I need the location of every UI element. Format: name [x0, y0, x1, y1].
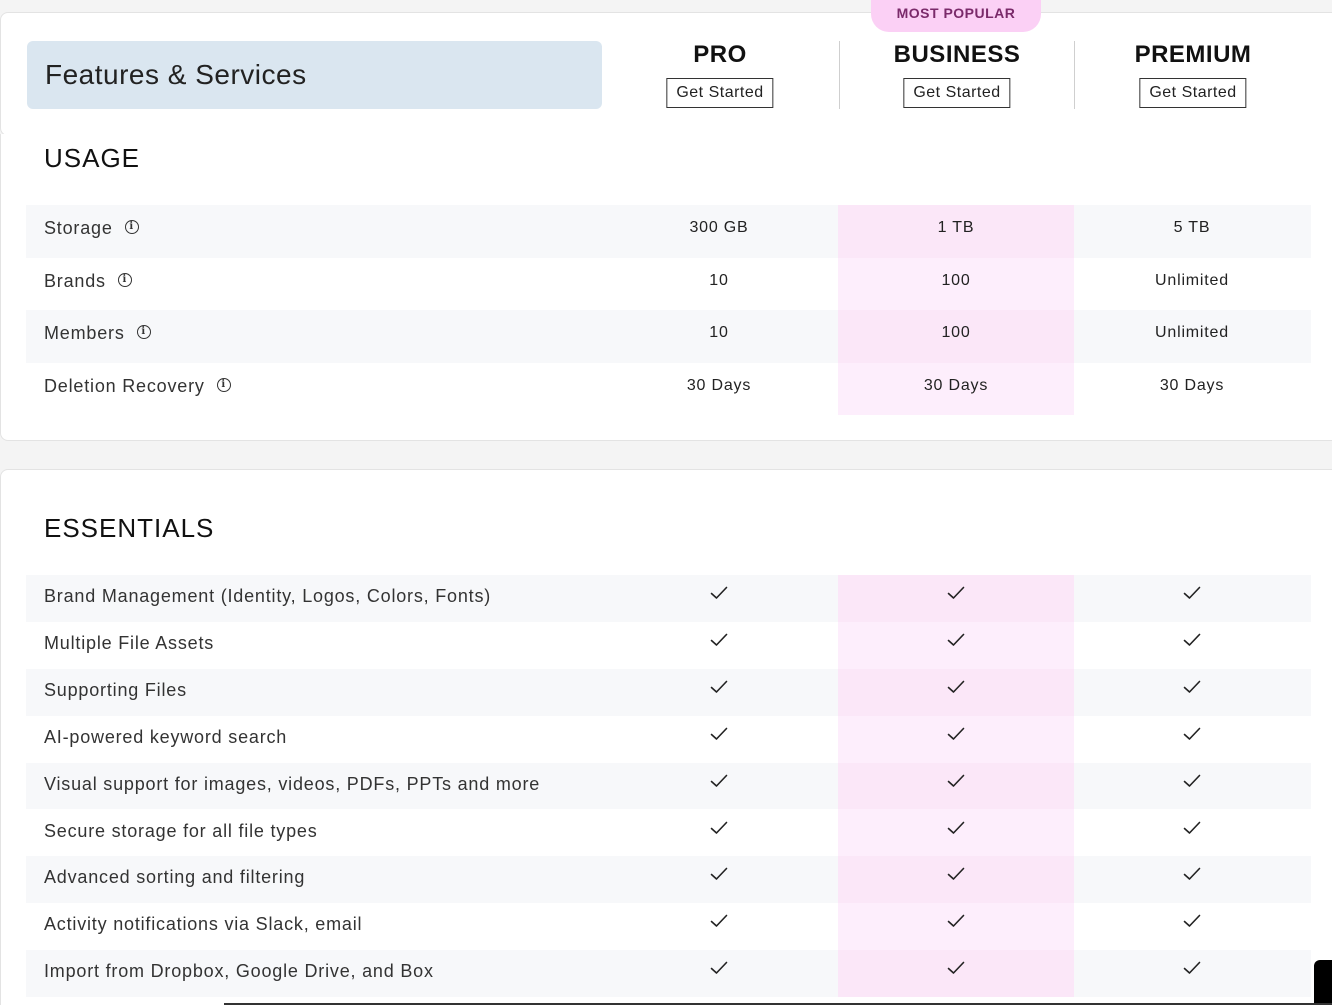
usage-value-pro: 10 [709, 271, 729, 289]
usage-value-pro: 30 Days [686, 376, 752, 394]
check-icon [1074, 867, 1310, 886]
check-icon [838, 586, 1074, 605]
check-icon [1074, 727, 1310, 746]
get-started-pro-button[interactable]: Get Started [666, 78, 774, 108]
check-icon [1074, 633, 1310, 652]
check-icon [601, 727, 837, 746]
plan-premium: PREMIUM Get Started [1075, 13, 1311, 137]
check-icon [601, 633, 837, 652]
essentials-row-label: Supporting Files [44, 679, 187, 700]
check-icon [838, 821, 1074, 840]
usage-section-title: USAGE [44, 143, 141, 173]
usage-value-business: 1 TB [937, 219, 975, 236]
check-icon [601, 680, 837, 699]
usage-value-business: 100 [941, 324, 971, 341]
check-icon [1074, 914, 1310, 933]
check-icon [1074, 821, 1310, 840]
check-icon [838, 633, 1074, 652]
plan-header: Features & Services PRO Get Started BUSI… [0, 12, 1332, 136]
usage-value-premium: Unlimited [1155, 324, 1229, 341]
info-icon[interactable]: i [124, 220, 139, 235]
scroll-widget[interactable] [1314, 960, 1332, 1005]
check-icon [838, 867, 1074, 886]
usage-row-label: Brands i [44, 271, 132, 292]
check-icon [1074, 774, 1310, 793]
plan-name-business: BUSINESS [893, 41, 1021, 68]
info-icon[interactable]: i [136, 325, 151, 340]
plan-name-premium: PREMIUM [1134, 41, 1252, 68]
usage-label-text: Members [44, 323, 125, 343]
plan-name-pro: PRO [693, 41, 747, 68]
info-icon[interactable]: i [216, 377, 231, 392]
check-icon [838, 727, 1074, 746]
check-icon [838, 680, 1074, 699]
usage-value-premium: 5 TB [1173, 219, 1211, 236]
check-icon [838, 961, 1074, 980]
check-icon [1074, 586, 1310, 605]
usage-row-label: Storage i [44, 218, 139, 239]
usage-label-text: Deletion Recovery [44, 375, 205, 396]
essentials-row-label: Brand Management (Identity, Logos, Color… [44, 586, 492, 606]
pricing-comparison-page: Features & Services PRO Get Started BUSI… [0, 0, 1332, 1005]
check-icon [601, 821, 837, 840]
most-popular-badge: MOST POPULAR [871, 0, 1041, 32]
essentials-row-label: Multiple File Assets [44, 632, 215, 653]
usage-row-label: Deletion Recovery i [44, 376, 231, 397]
essentials-section-title: ESSENTIALS [44, 513, 215, 543]
features-title: Features & Services [45, 59, 307, 90]
usage-value-premium: Unlimited [1155, 271, 1229, 289]
usage-value-premium: 30 Days [1159, 376, 1225, 394]
essentials-row-label: Activity notifications via Slack, email [44, 914, 363, 935]
essentials-row-label: Visual support for images, videos, PDFs,… [44, 773, 541, 794]
essentials-row-label: Secure storage for all file types [44, 820, 318, 841]
plan-pro: PRO Get Started [602, 13, 838, 137]
check-icon [838, 914, 1074, 933]
info-icon[interactable]: i [117, 272, 132, 287]
usage-value-pro: 300 GB [689, 219, 749, 236]
usage-value-business: 100 [941, 271, 971, 289]
check-icon [1074, 961, 1310, 980]
check-icon [601, 586, 837, 605]
check-icon [601, 867, 837, 886]
features-services-box: Features & Services [27, 41, 602, 109]
usage-value-pro: 10 [709, 324, 729, 341]
check-icon [601, 914, 837, 933]
usage-label-text: Brands [44, 270, 106, 291]
check-icon [601, 961, 837, 980]
essentials-row-label: Import from Dropbox, Google Drive, and B… [44, 961, 434, 982]
get-started-business-button[interactable]: Get Started [903, 78, 1011, 108]
check-icon [838, 774, 1074, 793]
usage-row-label: Members i [44, 323, 151, 344]
get-started-premium-button[interactable]: Get Started [1139, 78, 1247, 108]
essentials-row-label: Advanced sorting and filtering [44, 867, 306, 888]
essentials-row-label: AI-powered keyword search [44, 726, 288, 747]
check-icon [601, 774, 837, 793]
usage-value-business: 30 Days [923, 376, 989, 394]
usage-label-text: Storage [44, 218, 113, 238]
check-icon [1074, 680, 1310, 699]
